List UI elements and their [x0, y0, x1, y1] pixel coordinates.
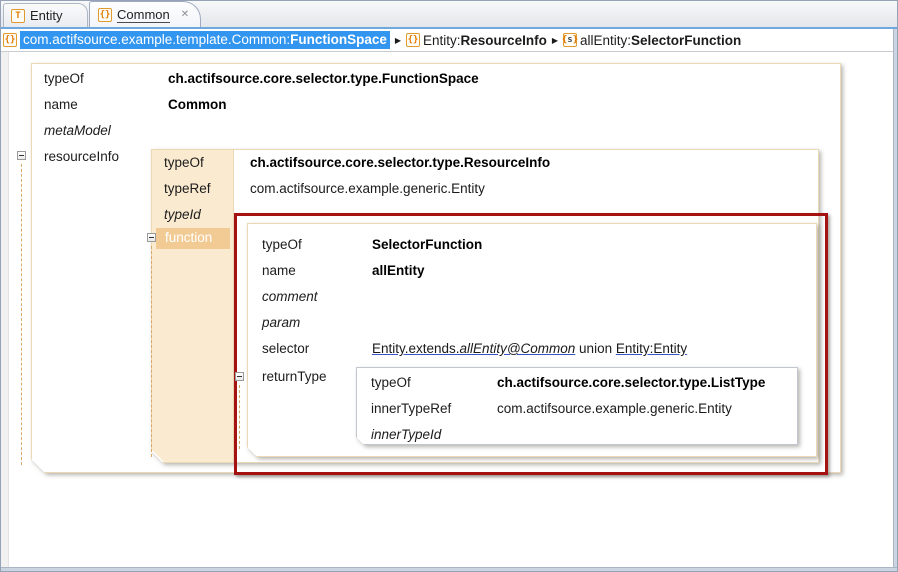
property-value-typeref[interactable]: com.actifsource.example.generic.Entity [250, 180, 485, 198]
property-label-typeof: typeOf [164, 154, 204, 172]
tab-entity-label: Entity [30, 8, 63, 23]
breadcrumb-name: SelectorFunction [631, 33, 741, 48]
returntype-panel: typeOf ch.actifsource.core.selector.type… [356, 367, 798, 445]
property-value-typeof[interactable]: ch.actifsource.core.selector.type.ListTy… [497, 374, 765, 392]
scrollbar-vertical[interactable] [893, 29, 898, 567]
editor-tab-bar: T Entity {} Common ✕ [1, 1, 897, 29]
scrollbar-horizontal[interactable] [1, 567, 898, 572]
breadcrumb-name: FunctionSpace [290, 32, 387, 47]
breadcrumb: {} com.actifsource.example.template.Comm… [1, 29, 897, 52]
selector-function-icon: {s} [563, 33, 577, 47]
editor-left-margin [1, 52, 9, 567]
breadcrumb-prefix: Entity: [423, 33, 461, 48]
property-label-typeof: typeOf [44, 70, 84, 88]
property-label-name: name [44, 96, 78, 114]
selector-union-keyword: union [575, 341, 616, 356]
resourceinfo-label-column: typeOf typeRef typeId function [152, 150, 234, 462]
braces-resource-icon: {} [3, 33, 17, 47]
property-value-typeof[interactable]: SelectorFunction [372, 236, 482, 254]
selector-expression-link[interactable]: Entity.extends.allEntity@Common [372, 341, 575, 356]
tree-guide-line [239, 385, 240, 449]
selector-part-italic: allEntity@Common [460, 341, 576, 356]
property-label-typeof: typeOf [262, 236, 302, 254]
property-label-resourceinfo: resourceInfo [44, 148, 119, 166]
selector-entity-link[interactable]: Entity:Entity [616, 341, 687, 356]
close-icon[interactable]: ✕ [181, 9, 189, 20]
collapse-toggle-function[interactable] [147, 233, 156, 242]
tree-guide-line [151, 246, 152, 457]
property-value-name[interactable]: Common [168, 96, 227, 114]
property-label-metamodel: metaModel [44, 122, 111, 140]
property-value-typeof[interactable]: ch.actifsource.core.selector.type.Functi… [168, 70, 479, 88]
tree-guide-line [21, 164, 22, 465]
returntype-panel-surface: typeOf ch.actifsource.core.selector.type… [356, 367, 798, 445]
property-value-selector: Entity.extends.allEntity@Common union En… [372, 340, 687, 358]
property-label-typeof: typeOf [371, 374, 411, 392]
collapse-toggle-resourceinfo[interactable] [17, 151, 26, 160]
brace: } [573, 35, 578, 45]
chevron-right-icon: ▶ [395, 36, 401, 45]
tab-entity[interactable]: T Entity [3, 3, 88, 27]
breadcrumb-item-resourceinfo[interactable]: {} Entity:ResourceInfo [406, 33, 547, 48]
property-label-typeid: typeId [164, 206, 201, 224]
breadcrumb-prefix: com.actifsource.example.template.Common: [23, 32, 290, 47]
breadcrumb-segment: Entity:ResourceInfo [423, 33, 547, 48]
tab-common-label: Common [117, 7, 170, 23]
property-label-comment: comment [262, 288, 318, 306]
breadcrumb-item-selectorfunction[interactable]: {s} allEntity:SelectorFunction [563, 33, 741, 48]
entity-type-icon: T [11, 9, 25, 23]
property-label-selector: selector [262, 340, 309, 358]
property-label-typeref: typeRef [164, 180, 211, 198]
breadcrumb-selected-segment[interactable]: com.actifsource.example.template.Common:… [20, 31, 390, 49]
breadcrumb-segment: allEntity:SelectorFunction [580, 33, 741, 48]
property-label-name: name [262, 262, 296, 280]
property-value-innertyperef[interactable]: com.actifsource.example.generic.Entity [497, 400, 732, 418]
breadcrumb-prefix: allEntity: [580, 33, 631, 48]
property-label-innertypeid: innerTypeId [371, 426, 441, 444]
breadcrumb-item-functionspace[interactable]: {} com.actifsource.example.template.Comm… [3, 31, 390, 49]
property-label-param: param [262, 314, 300, 332]
braces-resource-icon: {} [98, 8, 112, 22]
property-label-innertyperef: innerTypeRef [371, 400, 451, 418]
property-value-name[interactable]: allEntity [372, 262, 425, 280]
property-label-function-selected[interactable]: function [156, 228, 230, 249]
actifsource-editor-window: T Entity {} Common ✕ {} com.actifsource.… [0, 0, 898, 572]
braces-resource-icon: {} [406, 33, 420, 47]
collapse-toggle-returntype[interactable] [235, 372, 244, 381]
chevron-right-icon: ▶ [552, 36, 558, 45]
property-value-typeof[interactable]: ch.actifsource.core.selector.type.Resour… [250, 154, 550, 172]
selector-part: Entity.extends. [372, 341, 460, 356]
breadcrumb-name: ResourceInfo [461, 33, 547, 48]
tab-common[interactable]: {} Common ✕ [89, 1, 201, 27]
property-label-returntype: returnType [262, 368, 327, 386]
